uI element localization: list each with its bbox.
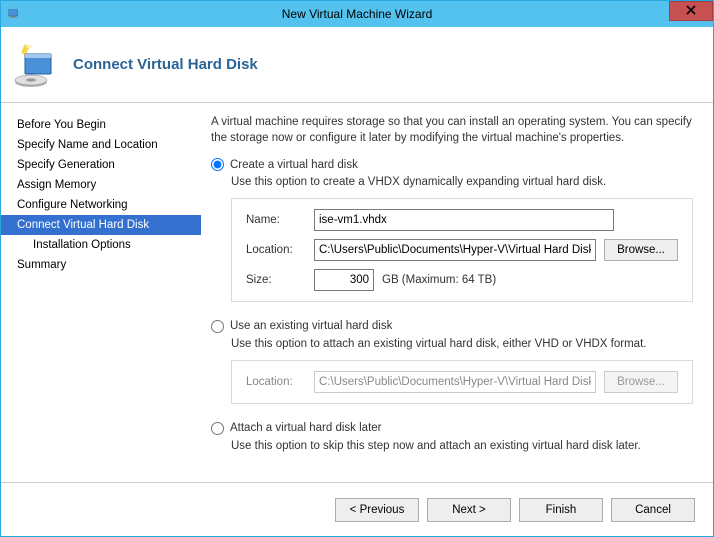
hard-disk-icon: [11, 40, 61, 90]
option-create-block: Create a virtual hard disk Use this opti…: [211, 158, 693, 302]
sidebar-item-configure-networking[interactable]: Configure Networking: [1, 195, 201, 215]
next-button[interactable]: Next >: [427, 498, 511, 522]
radio-existing-vhd-label: Use an existing virtual hard disk: [230, 320, 392, 332]
existing-location-label: Location:: [246, 376, 306, 388]
sidebar-item-specify-name[interactable]: Specify Name and Location: [1, 135, 201, 155]
radio-later-vhd-input[interactable]: [211, 422, 224, 435]
location-input[interactable]: [314, 239, 596, 261]
close-icon: [686, 4, 696, 18]
size-label: Size:: [246, 274, 306, 286]
size-unit-text: GB (Maximum: 64 TB): [382, 274, 496, 286]
wizard-content: A virtual machine requires storage so th…: [201, 103, 713, 482]
sidebar-item-assign-memory[interactable]: Assign Memory: [1, 175, 201, 195]
wizard-footer: < Previous Next > Finish Cancel: [1, 482, 713, 536]
create-formbox: Name: Location: Browse... Size: GB (Maxi…: [231, 198, 693, 302]
radio-create-vhd[interactable]: Create a virtual hard disk: [211, 158, 693, 171]
radio-existing-vhd[interactable]: Use an existing virtual hard disk: [211, 320, 693, 333]
existing-hint: Use this option to attach an existing vi…: [231, 337, 693, 352]
radio-later-vhd-label: Attach a virtual hard disk later: [230, 422, 382, 434]
finish-button[interactable]: Finish: [519, 498, 603, 522]
sidebar-item-before-you-begin[interactable]: Before You Begin: [1, 115, 201, 135]
sidebar-item-summary[interactable]: Summary: [1, 255, 201, 275]
later-hint: Use this option to skip this step now an…: [231, 439, 693, 454]
wizard-steps-sidebar: Before You Begin Specify Name and Locati…: [1, 103, 201, 482]
existing-browse-button: Browse...: [604, 371, 678, 393]
option-later-block: Attach a virtual hard disk later Use thi…: [211, 422, 693, 454]
sidebar-item-connect-vhd[interactable]: Connect Virtual Hard Disk: [1, 215, 201, 235]
radio-create-vhd-label: Create a virtual hard disk: [230, 159, 358, 171]
intro-text: A virtual machine requires storage so th…: [211, 115, 693, 146]
radio-later-vhd[interactable]: Attach a virtual hard disk later: [211, 422, 693, 435]
window-title: New Virtual Machine Wizard: [1, 7, 713, 21]
existing-formbox: Location: Browse...: [231, 360, 693, 404]
sidebar-item-specify-generation[interactable]: Specify Generation: [1, 155, 201, 175]
sidebar-item-installation-options[interactable]: Installation Options: [1, 235, 201, 255]
create-hint: Use this option to create a VHDX dynamic…: [231, 175, 693, 190]
cancel-button[interactable]: Cancel: [611, 498, 695, 522]
wizard-window: New Virtual Machine Wizard Connect Virtu…: [0, 0, 714, 537]
app-icon: [7, 7, 21, 21]
title-bar: New Virtual Machine Wizard: [1, 1, 713, 27]
wizard-body: Before You Begin Specify Name and Locati…: [1, 103, 713, 482]
name-input[interactable]: [314, 209, 614, 231]
radio-existing-vhd-input[interactable]: [211, 320, 224, 333]
browse-button[interactable]: Browse...: [604, 239, 678, 261]
existing-location-input: [314, 371, 596, 393]
option-existing-block: Use an existing virtual hard disk Use th…: [211, 320, 693, 404]
location-label: Location:: [246, 244, 306, 256]
size-input[interactable]: [314, 269, 374, 291]
name-label: Name:: [246, 214, 306, 226]
close-button[interactable]: [669, 1, 713, 21]
wizard-header: Connect Virtual Hard Disk: [1, 27, 713, 103]
previous-button[interactable]: < Previous: [335, 498, 419, 522]
radio-create-vhd-input[interactable]: [211, 158, 224, 171]
page-title: Connect Virtual Hard Disk: [73, 56, 258, 73]
